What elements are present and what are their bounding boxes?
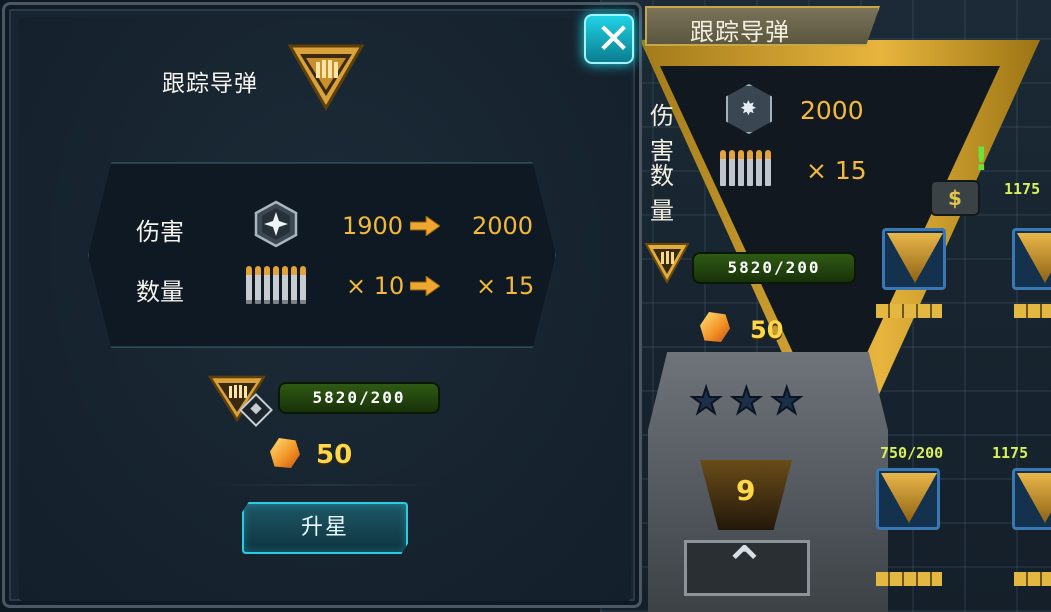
close-icon: ✕ bbox=[596, 14, 632, 63]
upgrade-star-label: 升星 bbox=[300, 515, 349, 540]
background-slot-count: 750/200 bbox=[880, 444, 944, 462]
background-alert-icon: ! bbox=[974, 140, 989, 178]
game-screen: 跟踪导弹 伤害 2000 数量 × 15 5820/200 50 ★★★ 9 !… bbox=[0, 0, 1051, 612]
arrow-right-icon bbox=[410, 216, 440, 236]
count-current-value: × 10 bbox=[346, 272, 405, 300]
background-unit-slot[interactable] bbox=[1012, 228, 1051, 290]
background-slot-bar bbox=[1014, 572, 1051, 586]
background-damage-value: 2000 bbox=[800, 96, 864, 125]
background-unit-slot[interactable] bbox=[876, 468, 940, 530]
background-upgrade-chevron-button[interactable] bbox=[684, 535, 810, 600]
count-label: 数量 bbox=[136, 278, 184, 306]
damage-hex-icon bbox=[254, 200, 298, 248]
background-slot-count: 1175 bbox=[1004, 180, 1041, 198]
missile-emblem-icon bbox=[288, 44, 364, 111]
background-missile-emblem-icon bbox=[644, 243, 690, 285]
bullets-icon bbox=[246, 266, 306, 304]
damage-next-value: 2000 bbox=[472, 212, 534, 240]
background-star-rating: ★ ★ ★ bbox=[689, 381, 804, 422]
dialog-title: 跟踪导弹 bbox=[162, 71, 258, 97]
damage-label: 伤害 bbox=[136, 218, 184, 246]
close-button[interactable]: ✕ bbox=[584, 14, 634, 64]
damage-current-value: 1900 bbox=[342, 212, 404, 240]
upgrade-star-button[interactable]: 升星 bbox=[242, 502, 408, 554]
stat-panel-border bbox=[88, 162, 556, 348]
background-money-bag-icon bbox=[930, 180, 980, 216]
background-unit-slot[interactable] bbox=[1012, 468, 1051, 530]
shard-progress: 5820/200 bbox=[278, 382, 440, 414]
count-next-value: × 15 bbox=[476, 272, 535, 300]
background-title: 跟踪导弹 bbox=[690, 18, 790, 46]
arrow-right-icon bbox=[410, 276, 440, 296]
background-slot-bar bbox=[876, 572, 942, 586]
gem-cost: 50 bbox=[316, 440, 353, 470]
divider bbox=[210, 484, 440, 486]
background-gem-cost: 50 bbox=[750, 316, 784, 344]
background-bullets-icon bbox=[720, 150, 771, 186]
background-unit-slot[interactable] bbox=[882, 228, 946, 290]
background-count-value: × 15 bbox=[806, 156, 867, 185]
background-slot-bar bbox=[876, 304, 942, 318]
background-level: 9 bbox=[736, 474, 756, 507]
background-slot-bar bbox=[1014, 304, 1051, 318]
background-shard-count: 5820/200 bbox=[692, 252, 856, 284]
background-slot-count: 1175 bbox=[992, 444, 1029, 462]
